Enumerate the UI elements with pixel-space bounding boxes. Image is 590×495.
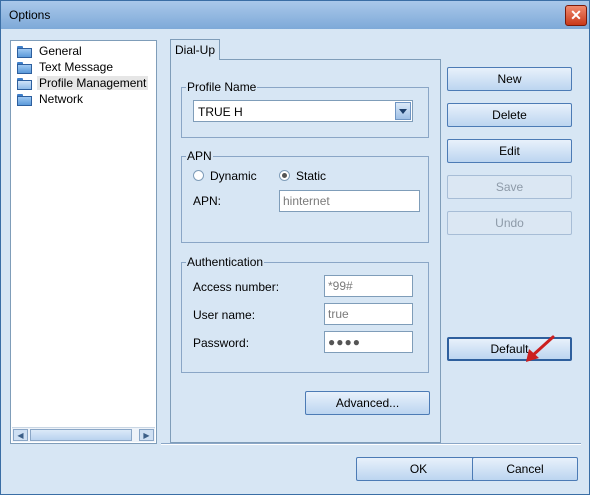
- edit-button[interactable]: Edit: [447, 139, 572, 163]
- new-button[interactable]: New: [447, 67, 572, 91]
- horizontal-scrollbar[interactable]: ◀ ▶: [12, 427, 155, 442]
- delete-button[interactable]: Delete: [447, 103, 572, 127]
- scroll-thumb[interactable]: [30, 429, 132, 441]
- tree-item-text-message[interactable]: Text Message: [17, 59, 115, 75]
- options-tree[interactable]: General Text Message Profile Management …: [10, 40, 157, 444]
- title-bar[interactable]: Options ✕: [1, 1, 589, 29]
- folder-icon: [17, 61, 32, 74]
- profile-name-group: Profile Name TRUE H: [181, 80, 429, 138]
- apn-label: APN:: [193, 194, 222, 208]
- scroll-left-button[interactable]: ◀: [13, 429, 28, 441]
- combo-value: TRUE H: [198, 105, 243, 119]
- scroll-right-button[interactable]: ▶: [139, 429, 154, 441]
- folder-open-icon: [17, 77, 32, 90]
- tree-item-label: Text Message: [39, 60, 114, 74]
- group-title: APN: [186, 149, 213, 163]
- dial-up-panel: Profile Name TRUE H APN Dynamic Static A…: [170, 59, 441, 443]
- ok-button[interactable]: OK: [356, 457, 481, 481]
- chevron-left-icon: ◀: [17, 431, 24, 440]
- advanced-button[interactable]: Advanced...: [305, 391, 430, 415]
- options-dialog: Options ✕ General Text Message Profile M…: [0, 0, 590, 495]
- folder-icon: [17, 45, 32, 58]
- password-input[interactable]: [324, 331, 413, 353]
- password-label: Password:: [193, 336, 250, 350]
- chevron-down-icon[interactable]: [395, 102, 411, 120]
- user-name-label: User name:: [193, 308, 256, 322]
- authentication-group: Authentication Access number: User name:…: [181, 255, 429, 373]
- cancel-button[interactable]: Cancel: [472, 457, 578, 481]
- access-number-input[interactable]: [324, 275, 413, 297]
- apn-group: APN Dynamic Static APN:: [181, 149, 429, 243]
- tree-item-label: Network: [39, 92, 84, 106]
- divider: [161, 443, 581, 445]
- dialog-body: General Text Message Profile Management …: [1, 29, 589, 494]
- group-title: Profile Name: [186, 80, 258, 94]
- tree-item-profile-management[interactable]: Profile Management: [17, 75, 149, 91]
- access-number-label: Access number:: [193, 280, 280, 294]
- tree-item-label: Profile Management: [37, 76, 149, 90]
- undo-button[interactable]: Undo: [447, 211, 572, 235]
- profile-name-combobox[interactable]: TRUE H: [193, 100, 413, 122]
- tab-dial-up[interactable]: Dial-Up: [170, 39, 220, 60]
- dynamic-label[interactable]: Dynamic: [210, 169, 257, 183]
- tree-item-label: General: [39, 44, 82, 58]
- close-button[interactable]: ✕: [565, 5, 587, 26]
- static-radio[interactable]: [279, 170, 290, 181]
- folder-icon: [17, 93, 32, 106]
- tree-item-general[interactable]: General: [17, 43, 84, 59]
- group-title: Authentication: [186, 255, 265, 269]
- user-name-input[interactable]: [324, 303, 413, 325]
- tree-item-network[interactable]: Network: [17, 91, 85, 107]
- save-button[interactable]: Save: [447, 175, 572, 199]
- apn-input[interactable]: [279, 190, 420, 212]
- dynamic-radio[interactable]: [193, 170, 204, 181]
- pointer-arrow-icon: [526, 335, 555, 362]
- static-label[interactable]: Static: [296, 169, 326, 183]
- window-title: Options: [9, 8, 51, 22]
- chevron-right-icon: ▶: [143, 431, 150, 440]
- close-icon: ✕: [570, 7, 582, 23]
